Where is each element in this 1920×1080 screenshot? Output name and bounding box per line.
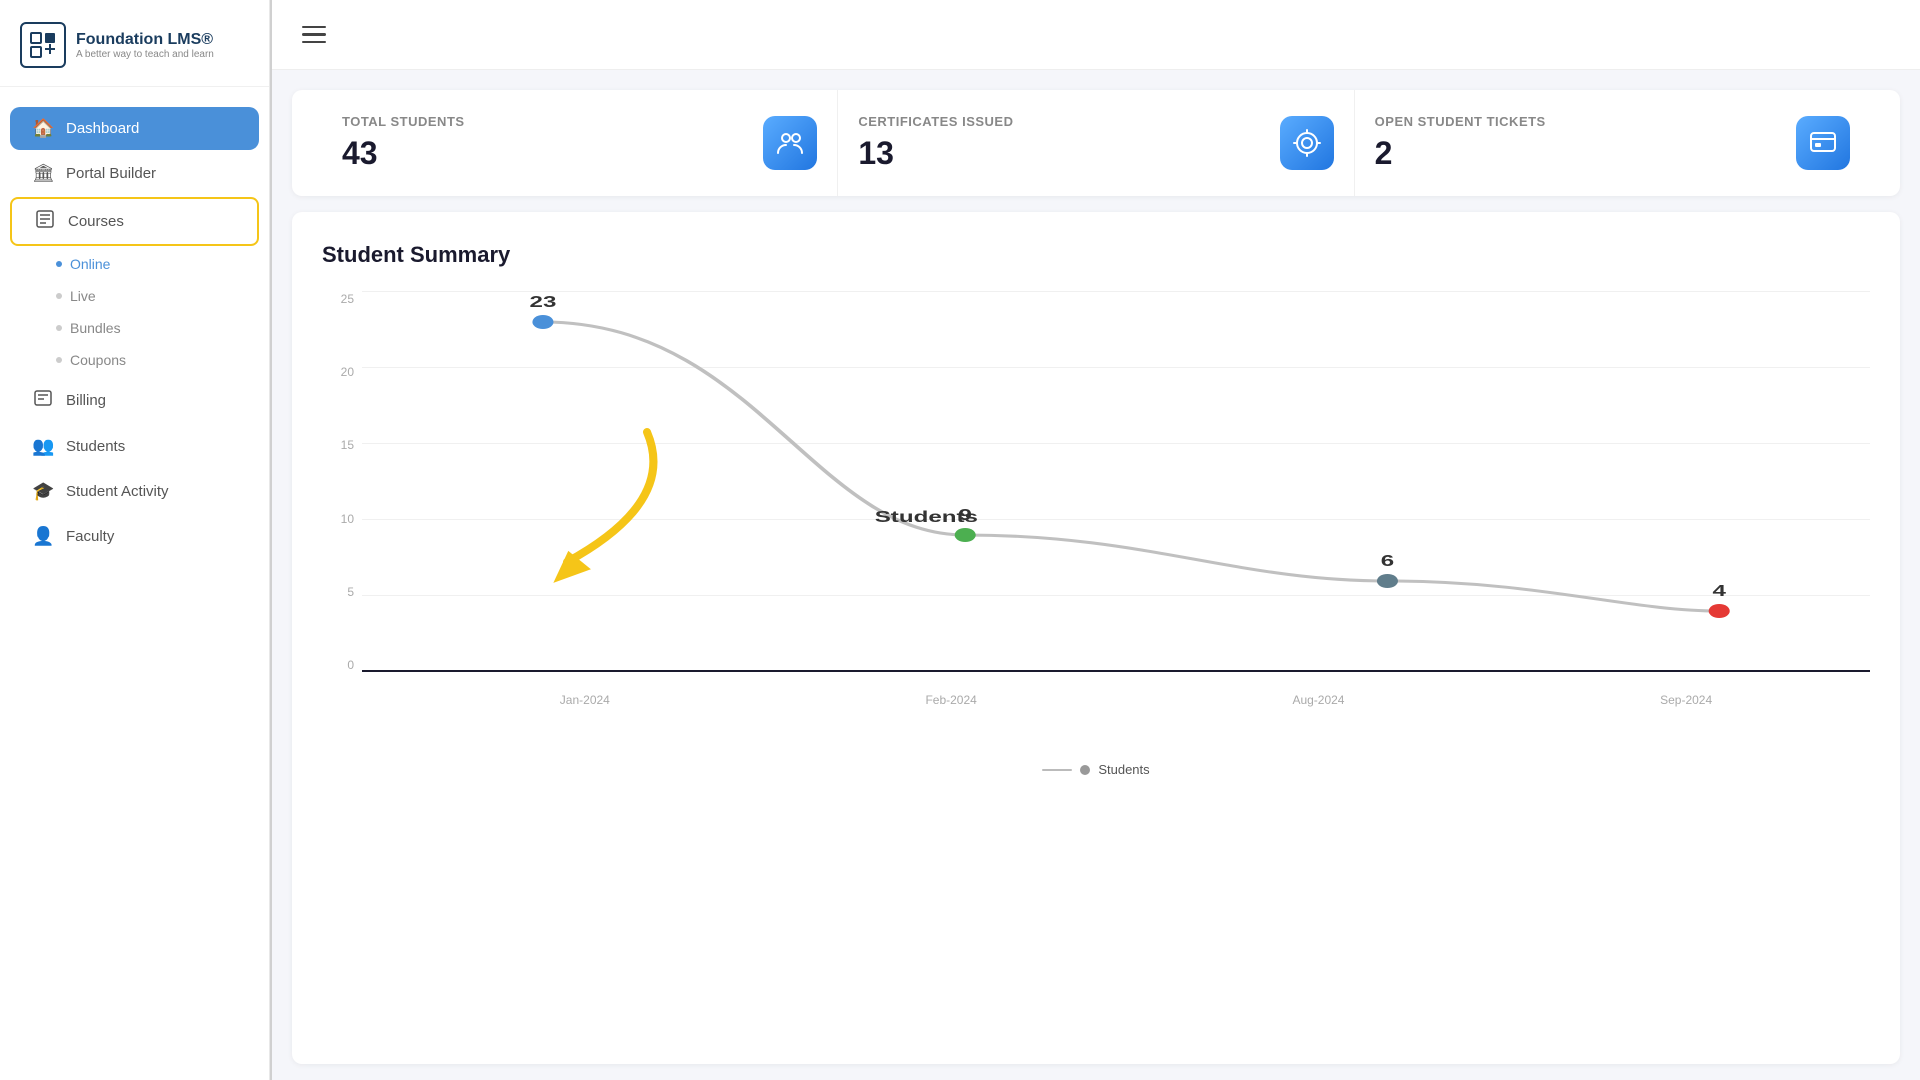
portal-icon: 🏛	[32, 163, 54, 184]
data-point-feb	[955, 528, 976, 542]
sidebar-item-label: Billing	[66, 392, 106, 409]
hamburger-button[interactable]	[302, 26, 326, 44]
dot-icon	[56, 357, 62, 363]
chart-svg: 23 9 6 4 Students	[362, 292, 1870, 672]
sidebar-item-coupons[interactable]: Coupons	[44, 344, 269, 376]
activity-icon: 🎓	[32, 481, 54, 502]
sidebar-item-bundles[interactable]: Bundles	[44, 312, 269, 344]
data-point-jan	[532, 315, 553, 329]
logo-title: Foundation LMS®	[76, 31, 214, 49]
legend-label: Students	[1098, 762, 1149, 777]
stat-card-tickets: OPEN STUDENT TICKETS 2	[1355, 90, 1870, 196]
stat-value-total-students: 43	[342, 135, 465, 172]
stat-card-total-students: TOTAL STUDENTS 43	[322, 90, 838, 196]
legend-line	[1042, 769, 1072, 771]
sidebar-item-label: Students	[66, 438, 125, 455]
stat-icon-tickets[interactable]	[1796, 116, 1850, 170]
header	[272, 0, 1920, 70]
sidebar-item-label: Faculty	[66, 528, 114, 545]
data-label-jan: 23	[530, 293, 557, 311]
stat-label-certificates: CERTIFICATES ISSUED	[858, 114, 1013, 129]
sidebar-item-portal-builder[interactable]: 🏛 Portal Builder	[10, 152, 259, 195]
data-label-sep: 4	[1712, 582, 1726, 600]
stat-icon-total-students[interactable]	[763, 116, 817, 170]
stats-row: TOTAL STUDENTS 43 CERTIFICATES ISSUED 13	[292, 90, 1900, 196]
y-label-0: 0	[322, 658, 362, 672]
y-label-10: 10	[322, 512, 362, 526]
stat-icon-certificates[interactable]	[1280, 116, 1334, 170]
stat-card-certificates: CERTIFICATES ISSUED 13	[838, 90, 1354, 196]
y-axis: 0 5 10 15 20 25	[322, 292, 362, 672]
sub-nav-label: Coupons	[70, 352, 126, 368]
chart-title: Student Summary	[322, 242, 1870, 268]
y-label-20: 20	[322, 365, 362, 379]
data-point-aug	[1377, 574, 1398, 588]
sidebar-item-label: Dashboard	[66, 120, 139, 137]
legend-dot	[1080, 765, 1090, 775]
logo-subtitle: A better way to teach and learn	[76, 49, 214, 60]
home-icon: 🏠	[32, 118, 54, 139]
stat-label-total-students: TOTAL STUDENTS	[342, 114, 465, 129]
sidebar-item-students[interactable]: 👥 Students	[10, 425, 259, 468]
dot-icon	[56, 261, 62, 267]
dot-icon	[56, 293, 62, 299]
main-content: TOTAL STUDENTS 43 CERTIFICATES ISSUED 13	[272, 0, 1920, 1080]
data-label-aug: 6	[1381, 552, 1394, 570]
logo-text: Foundation LMS® A better way to teach an…	[76, 31, 214, 60]
sidebar-item-label: Portal Builder	[66, 165, 156, 182]
chart-line	[543, 322, 1719, 611]
sidebar-nav: 🏠 Dashboard 🏛 Portal Builder Courses Onl…	[0, 87, 269, 1080]
x-label-jan: Jan-2024	[560, 693, 610, 707]
legend-students: Students	[1042, 762, 1149, 777]
sidebar-item-dashboard[interactable]: 🏠 Dashboard	[10, 107, 259, 150]
dot-icon	[56, 325, 62, 331]
sub-nav-label: Bundles	[70, 320, 121, 336]
chart-plot: 23 9 6 4 Students Jan-2024 Feb-	[362, 292, 1870, 672]
sidebar-item-label: Student Activity	[66, 483, 169, 500]
data-point-sep	[1709, 604, 1730, 618]
sidebar-item-student-activity[interactable]: 🎓 Student Activity	[10, 470, 259, 513]
sidebar-item-label: Courses	[68, 213, 124, 230]
chart-section: Student Summary 0 5 10 15 20 25	[292, 212, 1900, 1064]
stat-label-tickets: OPEN STUDENT TICKETS	[1375, 114, 1546, 129]
sidebar: Foundation LMS® A better way to teach an…	[0, 0, 270, 1080]
sidebar-item-billing[interactable]: Billing	[10, 378, 259, 423]
sub-nav-label: Online	[70, 256, 110, 272]
sidebar-item-online[interactable]: Online	[44, 248, 269, 280]
x-label-sep: Sep-2024	[1660, 693, 1712, 707]
y-label-15: 15	[322, 438, 362, 452]
sidebar-item-live[interactable]: Live	[44, 280, 269, 312]
courses-icon	[34, 210, 56, 233]
faculty-icon: 👤	[32, 526, 54, 547]
students-icon: 👥	[32, 436, 54, 457]
stat-value-certificates: 13	[858, 135, 1013, 172]
sidebar-item-faculty[interactable]: 👤 Faculty	[10, 515, 259, 558]
x-labels: Jan-2024 Feb-2024 Aug-2024 Sep-2024	[402, 693, 1870, 707]
billing-icon	[32, 389, 54, 412]
x-label-aug: Aug-2024	[1292, 693, 1344, 707]
logo: Foundation LMS® A better way to teach an…	[0, 0, 269, 87]
courses-sub-nav: Online Live Bundles Coupons	[0, 248, 269, 376]
series-label: Students	[875, 508, 978, 526]
sub-nav-label: Live	[70, 288, 96, 304]
sidebar-divider	[270, 0, 272, 1080]
chart-area: 0 5 10 15 20 25	[322, 292, 1870, 712]
chart-legend: Students	[322, 762, 1870, 777]
y-label-5: 5	[322, 585, 362, 599]
x-label-feb: Feb-2024	[925, 693, 976, 707]
logo-icon	[20, 22, 66, 68]
y-label-25: 25	[322, 292, 362, 306]
sidebar-item-courses[interactable]: Courses	[10, 197, 259, 246]
stat-value-tickets: 2	[1375, 135, 1546, 172]
